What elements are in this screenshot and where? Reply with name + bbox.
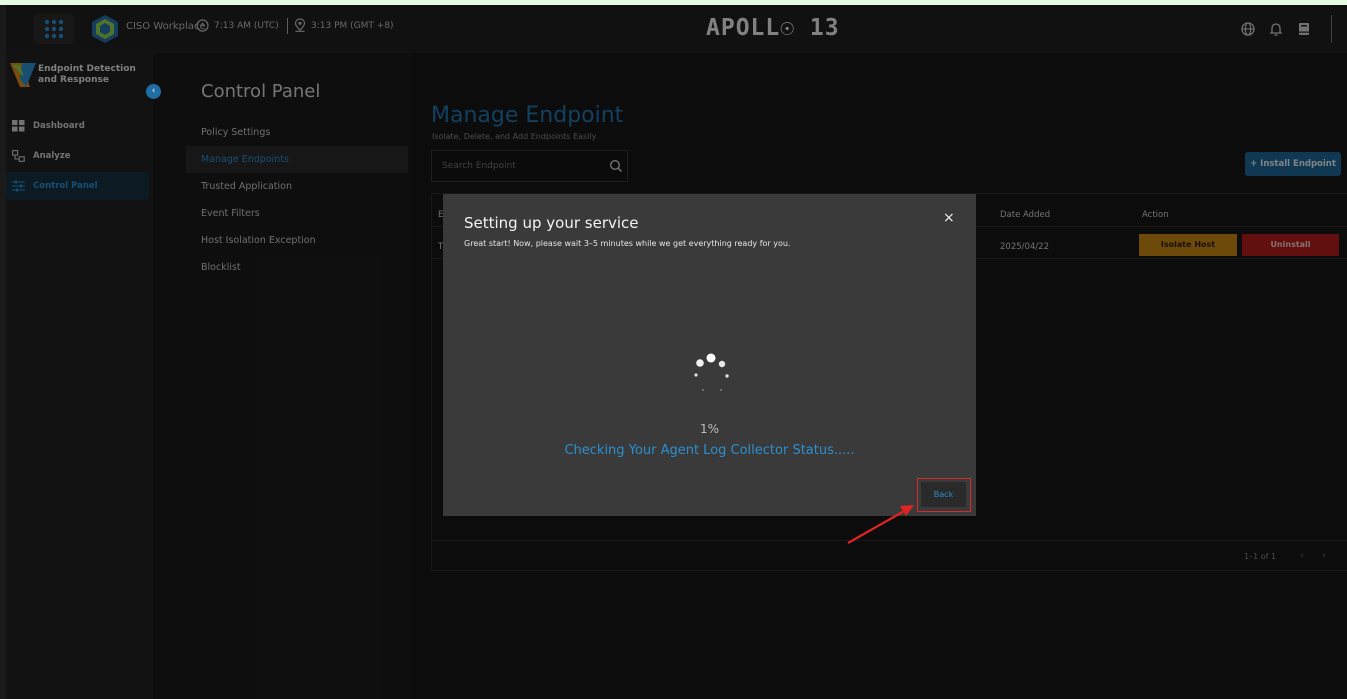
- modal-title: Setting up your service: [464, 214, 639, 232]
- progress-status: Checking Your Agent Log Collector Status…: [564, 443, 855, 458]
- modal-subtitle: Great start! Now, please wait 3–5 minute…: [464, 239, 791, 248]
- sidebar-collapse-button[interactable]: ‹: [146, 84, 161, 99]
- setup-modal: Setting up your service Great start! Now…: [443, 194, 976, 516]
- close-icon[interactable]: ×: [943, 210, 955, 226]
- annotation-arrow-icon: [847, 505, 914, 544]
- back-button-highlight: Back: [917, 478, 971, 512]
- loading-spinner-icon: [694, 353, 729, 391]
- back-button[interactable]: Back: [921, 482, 966, 507]
- progress-percent: 1%: [699, 422, 720, 436]
- app-frame: CISO Workplace 7:13 AM (UTC) 3:13 PM (GM…: [6, 5, 1347, 699]
